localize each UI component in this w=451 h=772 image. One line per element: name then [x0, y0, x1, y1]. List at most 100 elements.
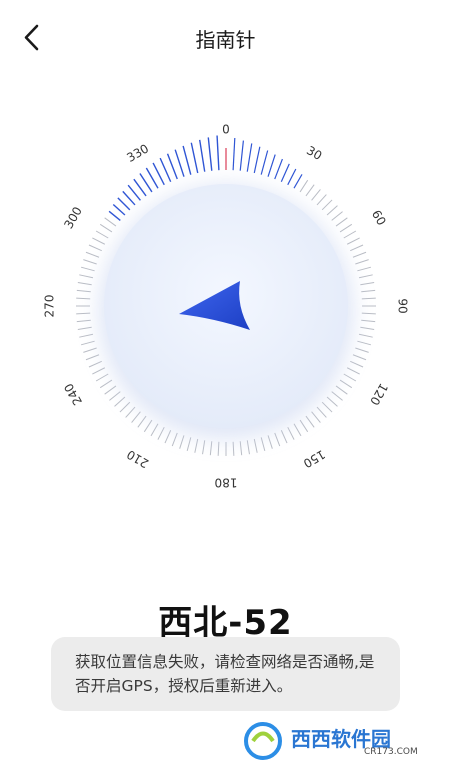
compass-tick — [346, 237, 360, 245]
compass-tick — [361, 297, 376, 300]
compass-tick — [326, 396, 338, 407]
compass-tick — [305, 415, 315, 428]
compass-tick — [253, 438, 258, 453]
compass-tick — [143, 419, 153, 433]
compass-tick — [316, 194, 327, 206]
compass-tick — [239, 140, 244, 171]
compass-tick — [76, 319, 91, 323]
compass-tick — [232, 441, 235, 456]
compass-tick — [83, 347, 97, 353]
compass-tick — [85, 251, 100, 258]
compass-tick — [361, 319, 376, 323]
compass-tick — [127, 184, 141, 201]
compass-tick — [331, 391, 343, 401]
compass-tick — [274, 158, 283, 180]
compass-tick — [95, 373, 109, 382]
compass-tick — [287, 426, 295, 440]
compass-tick — [360, 282, 375, 286]
compass-tick — [119, 401, 131, 413]
compass-tick — [343, 373, 357, 382]
degree-label: 270 — [43, 295, 57, 318]
compass-tick — [174, 149, 185, 177]
degree-label: 300 — [61, 204, 85, 231]
compass-tick — [92, 367, 106, 375]
degree-label: 60 — [369, 208, 389, 228]
compass-tick — [246, 440, 250, 455]
compass-tick — [209, 441, 213, 456]
compass-tick — [166, 153, 178, 180]
compass-tick — [335, 217, 348, 227]
compass-tick — [77, 326, 92, 330]
location-error-toast: 获取位置信息失败，请检查网络是否通畅,是否开启GPS，授权后重新进入。 — [51, 637, 400, 711]
compass-tick — [299, 179, 309, 193]
compass-tick — [280, 430, 288, 444]
compass-tick — [159, 157, 172, 183]
compass-tick — [108, 210, 121, 221]
compass-tick — [190, 142, 199, 174]
compass-tick — [216, 135, 220, 171]
compass-tick — [350, 360, 364, 368]
compass-tick — [76, 297, 91, 300]
compass-tick — [112, 203, 126, 216]
page-title: 指南针 — [195, 28, 256, 52]
compass-dial: 0 30 60 90 120 150 180 210 240 270 300 330 — [0, 100, 451, 520]
compass-tick — [352, 354, 367, 361]
compass-tick — [186, 437, 192, 452]
compass-tick — [305, 184, 315, 197]
compass-tick — [95, 230, 109, 239]
compass-tick — [280, 163, 290, 183]
svg-text:CR173.COM: CR173.COM — [364, 747, 418, 757]
compass-tick — [182, 145, 192, 175]
compass-tick — [361, 312, 376, 315]
compass-tick — [99, 379, 113, 389]
compass-tick — [335, 385, 348, 395]
degree-label: 180 — [215, 476, 238, 490]
compass-tick — [164, 430, 172, 444]
compass-tick — [202, 440, 206, 455]
compass-tick — [179, 435, 185, 449]
compass-tick — [117, 197, 131, 211]
compass-tick — [246, 143, 253, 172]
cr-logo-icon — [244, 722, 282, 760]
compass-tick — [207, 137, 213, 171]
compass-tick — [321, 401, 333, 413]
degree-label: 240 — [61, 381, 85, 408]
compass-tick — [287, 168, 297, 186]
compass-tick — [80, 340, 95, 346]
compass-tick — [125, 406, 136, 418]
compass-tick — [357, 340, 372, 346]
compass-tick — [217, 441, 220, 456]
compass-tick — [150, 423, 159, 437]
compass-tick — [122, 190, 136, 206]
watermark-logo: 西西软件园 CR173.COM — [239, 716, 429, 766]
compass-tick — [92, 237, 106, 245]
compass-tick — [361, 289, 376, 293]
degree-label: 330 — [124, 141, 151, 165]
compass-tick — [137, 415, 147, 428]
compass-tick — [80, 266, 95, 272]
compass-tick — [198, 139, 206, 172]
compass-tick — [267, 154, 276, 177]
compass-tick — [267, 435, 273, 449]
compass-tick — [352, 251, 367, 258]
compass-tick — [76, 289, 91, 293]
compass-tick — [131, 411, 141, 423]
compass-tick — [346, 367, 360, 375]
compass-tick — [355, 347, 369, 353]
compass-tick — [239, 441, 243, 456]
compass-tick — [77, 282, 92, 286]
compass-tick — [321, 199, 333, 211]
compass-tick — [331, 211, 343, 221]
degree-label: 0 — [222, 123, 230, 137]
compass-tick — [88, 244, 102, 252]
compass-tick — [326, 205, 338, 216]
compass-tick — [109, 391, 121, 401]
compass-tick — [88, 360, 102, 368]
compass-tick — [274, 432, 281, 447]
compass-tick — [79, 333, 94, 338]
compass-tick — [311, 189, 321, 201]
compass-tick — [260, 150, 269, 175]
compass-tick — [293, 174, 303, 189]
compass-tick — [358, 333, 373, 338]
toast-message: 获取位置信息失败，请检查网络是否通畅,是否开启GPS，授权后重新进入。 — [75, 653, 375, 695]
